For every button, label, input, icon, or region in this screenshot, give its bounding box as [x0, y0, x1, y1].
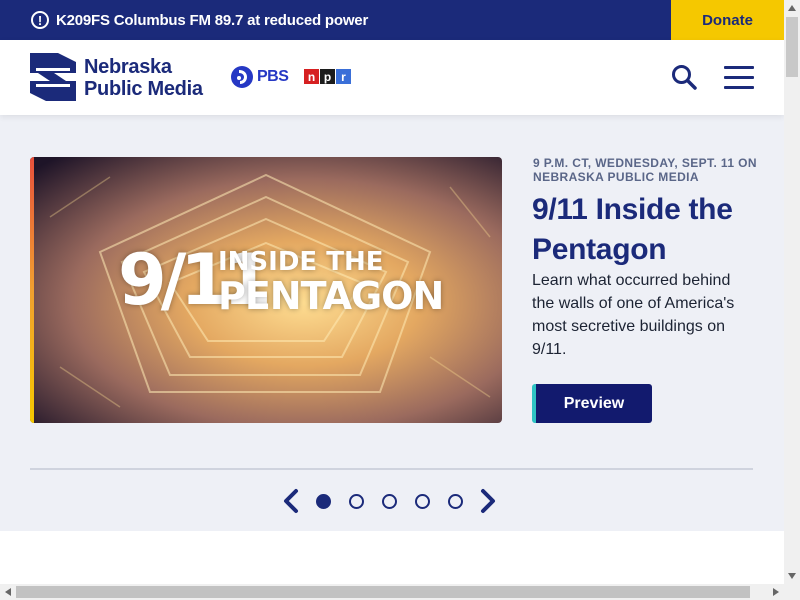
carousel-dot-3[interactable]	[382, 493, 397, 509]
npr-letter-p: p	[320, 69, 335, 84]
alert-text[interactable]: K209FS Columbus FM 89.7 at reduced power	[56, 12, 368, 29]
scroll-left-arrow-icon[interactable]	[0, 584, 16, 600]
hamburger-menu-icon[interactable]	[724, 66, 754, 90]
carousel-dot-5[interactable]	[448, 493, 463, 509]
logo-line-1: Nebraska	[84, 56, 172, 78]
carousel-dot-1[interactable]	[316, 493, 331, 509]
hero-image-title-line2: PENTAGON	[218, 274, 444, 318]
npr-logo[interactable]: n p r	[304, 69, 352, 84]
alert-circle-icon: !	[31, 11, 49, 29]
search-icon[interactable]	[671, 64, 697, 90]
npr-letter-n: n	[304, 69, 319, 84]
logo-line-2: Public Media	[84, 78, 203, 100]
pbs-logo[interactable]: PBS	[230, 65, 289, 89]
hero-headline[interactable]: 9/11 Inside the Pentagon	[532, 190, 772, 270]
content-section	[0, 531, 784, 584]
pbs-head-icon	[231, 66, 253, 88]
alert-bar[interactable]: ! K209FS Columbus FM 89.7 at reduced pow…	[0, 0, 784, 40]
nebraska-logo-mark-icon[interactable]	[30, 53, 76, 101]
donate-button[interactable]: Donate	[671, 0, 784, 40]
scroll-down-arrow-icon[interactable]	[784, 568, 800, 584]
carousel-dot-4[interactable]	[415, 493, 430, 509]
hero-image[interactable]: 9/11 INSIDE THE PENTAGON	[30, 157, 502, 423]
chevron-left-icon[interactable]	[283, 488, 299, 514]
carousel-dot-2[interactable]	[349, 493, 364, 509]
hero-description: Learn what occurred behind the walls of …	[532, 272, 735, 358]
site-logo-text[interactable]: Nebraska Public Media	[84, 56, 203, 100]
carousel-controls	[283, 488, 496, 514]
hero-kicker: 9 P.M. CT, WEDNESDAY, SEPT. 11 ON NEBRAS…	[533, 156, 757, 184]
vertical-scroll-thumb[interactable]	[786, 17, 798, 77]
npr-letter-r: r	[336, 69, 351, 84]
chevron-right-icon[interactable]	[480, 488, 496, 514]
site-header: Nebraska Public Media PBS n p r	[0, 40, 784, 115]
preview-button[interactable]: Preview	[532, 384, 652, 423]
horizontal-scroll-thumb[interactable]	[16, 586, 750, 598]
carousel-divider	[30, 468, 753, 470]
hero-image-title-words: INSIDE THE PENTAGON	[218, 247, 444, 318]
scroll-right-arrow-icon[interactable]	[768, 584, 784, 600]
scroll-up-arrow-icon[interactable]	[784, 0, 800, 16]
vertical-scrollbar[interactable]	[784, 0, 800, 584]
pbs-label: PBS	[257, 68, 289, 85]
hero-image-title-line1: INSIDE THE	[218, 247, 384, 277]
